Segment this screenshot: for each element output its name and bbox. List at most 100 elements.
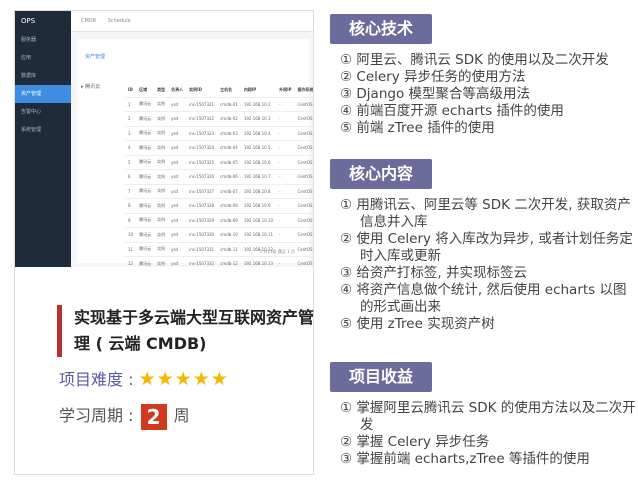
- screenshot-table-cell: 实例: [154, 227, 169, 243]
- screenshot-tree-root: 腾讯云: [85, 84, 101, 90]
- screenshot-table-cell: 4: [125, 140, 137, 156]
- period-row: 学习周期 : 2 周: [59, 402, 190, 430]
- course-title: 实现基于多云端大型互联网资产管理 ( 云端 CMDB): [57, 305, 314, 357]
- star-icon: ★: [210, 368, 229, 390]
- screenshot-table-cell: 腾讯云: [136, 97, 155, 112]
- screenshot-table-cell: CentOS Linux: [294, 242, 313, 257]
- screenshot-table-cell: -: [276, 97, 295, 112]
- screenshot-table-row: 10 腾讯云 实例 ysd ins-1507330 cmdb-10 192.168.10.1…: [125, 227, 313, 243]
- screenshot-table-cell: 实例: [154, 169, 169, 185]
- screenshot-table-row: 12 腾讯云 实例 ysd ins-1507332 cmdb-12 192.168.10.1…: [125, 256, 313, 267]
- screenshot-table-row: 5 腾讯云 实例 ysd ins-1507325 cmdb-05 192.168.10.6-…: [125, 155, 313, 170]
- course-card[interactable]: OPS 服务器 应用 数据库 资产管理 告警中心 系统管理 CMDB Schedule 资…: [14, 10, 314, 475]
- list-item: ① 阿里云、腾讯云 SDK 的使用以及二次开发: [340, 52, 609, 68]
- screenshot-table-row: 6 腾讯云 实例 ysd ins-1507326 cmdb-06 192.168.10.7-…: [125, 169, 313, 185]
- screenshot-table-cell: -: [276, 198, 295, 214]
- screenshot-table-cell: ysd: [168, 256, 187, 267]
- screenshot-table-cell: cmdb-11: [217, 242, 241, 257]
- list-item: ④ 将资产信息做个统计, 然后使用 echarts 以图的形式画出来: [340, 282, 627, 315]
- screenshot-table-cell: CentOS Linux: [294, 184, 313, 199]
- screenshot-table-cell: ins-1507326: [186, 169, 218, 185]
- screenshot-table-cell: 1: [125, 97, 137, 112]
- screenshot-table-cell: -: [276, 256, 295, 267]
- screenshot-tab: Schedule: [107, 18, 131, 24]
- section-heading-core-content: 核心内容: [330, 159, 432, 189]
- screenshot-table-cell: 192.168.10.3: [240, 111, 277, 127]
- list-item: ② 掌握 Celery 异步任务: [340, 434, 490, 450]
- star-icon: ★: [192, 368, 211, 390]
- star-icon: ★: [138, 368, 157, 390]
- difficulty-stars: ★★★★★: [138, 368, 229, 390]
- screenshot-nav-item: 系统管理: [21, 127, 42, 133]
- screenshot-nav-item: 数据库: [21, 73, 37, 79]
- screenshot-topbar: CMDB Schedule: [71, 11, 313, 32]
- list-item: ② Celery 异步任务的使用方法: [340, 69, 526, 85]
- screenshot-table-cell: ins-1507322: [186, 111, 218, 127]
- screenshot-table-cell: 192.168.10.5: [240, 140, 277, 156]
- screenshot-table-cell: 实例: [154, 111, 169, 127]
- screenshot-table-cell: ysd: [168, 184, 187, 199]
- screenshot-table-row: 8 腾讯云 实例 ysd ins-1507328 cmdb-08 192.168.10.9-…: [125, 198, 313, 214]
- screenshot-table-cell: 192.168.10.2: [240, 97, 277, 112]
- screenshot-nav-item: 服务器: [21, 37, 37, 43]
- list-item: ③ 掌握前端 echarts,zTree 等插件的使用: [340, 451, 590, 467]
- difficulty-label: 项目难度 :: [59, 370, 134, 389]
- screenshot-column-header: 内网IP: [240, 83, 277, 98]
- screenshot-table-cell: -: [276, 184, 295, 199]
- screenshot-table-cell: cmdb-01: [217, 97, 241, 112]
- period-unit: 周: [173, 406, 190, 425]
- list-item: ② 使用 Celery 将入库改为异步, 或者计划任务定时入库或更新: [340, 231, 633, 264]
- screenshot-table-cell: ins-1507325: [186, 155, 218, 170]
- screenshot-nav-item: 资产管理: [15, 85, 71, 103]
- list-item: ⑤ 使用 zTree 实现资产树: [340, 316, 495, 332]
- star-icon: ★: [156, 368, 175, 390]
- core-tech-list: ① 阿里云、腾讯云 SDK 的使用以及二次开发 ② Celery 异步任务的使用方…: [340, 52, 609, 137]
- screenshot-table-cell: CentOS Linux: [294, 111, 313, 127]
- screenshot-table-cell: ins-1507329: [186, 213, 218, 228]
- screenshot-table-cell: ysd: [168, 242, 187, 257]
- screenshot-table-cell: -: [276, 169, 295, 185]
- screenshot-table-cell: CentOS Linux: [294, 97, 313, 112]
- screenshot-tab: CMDB: [81, 18, 97, 24]
- period-label: 学习周期 :: [59, 406, 134, 425]
- list-item: ③ Django 模型聚合等高级用法: [340, 86, 530, 102]
- screenshot-table-cell: CentOS Linux: [294, 140, 313, 156]
- screenshot-table-cell: CentOS Linux: [294, 155, 313, 170]
- screenshot-column-header: 主机名: [217, 83, 241, 98]
- screenshot-table-cell: 腾讯云: [136, 169, 155, 185]
- screenshot-table-cell: ysd: [168, 97, 187, 112]
- screenshot-table-cell: CentOS Linux: [294, 227, 313, 243]
- screenshot-table-cell: -: [276, 213, 295, 228]
- screenshot-table-cell: cmdb-06: [217, 169, 241, 185]
- list-item: ⑤ 前端 zTree 插件的使用: [340, 120, 495, 136]
- screenshot-table-cell: -: [276, 140, 295, 156]
- screenshot-table-cell: cmdb-03: [217, 126, 241, 141]
- screenshot-table-cell: ins-1507324: [186, 140, 218, 156]
- screenshot-table-cell: 192.168.10.8: [240, 184, 277, 199]
- screenshot-table-cell: ysd: [168, 155, 187, 170]
- screenshot-table-cell: ins-1507328: [186, 198, 218, 214]
- screenshot-tree: ▸ 腾讯云: [81, 84, 101, 90]
- screenshot-table-cell: 实例: [154, 213, 169, 228]
- screenshot-table-cell: 192.168.10.9: [240, 198, 277, 214]
- difficulty-row: 项目难度 : ★★★★★: [59, 366, 229, 390]
- screenshot-table-cell: 2: [125, 111, 137, 127]
- screenshot-table-cell: ins-1507331: [186, 242, 218, 257]
- screenshot-table-cell: 192.168.10.7: [240, 169, 277, 185]
- benefits-list: ① 掌握阿里云腾讯云 SDK 的使用方法以及二次开发 ② 掌握 Celery 异步…: [340, 400, 638, 468]
- screenshot-table-cell: -: [276, 155, 295, 170]
- screenshot-table-cell: CentOS Linux: [294, 213, 313, 228]
- screenshot-table-cell: cmdb-10: [217, 227, 241, 243]
- screenshot-column-header: 区域: [136, 83, 155, 98]
- screenshot-table-cell: ysd: [168, 213, 187, 228]
- section-heading-core-tech: 核心技术: [330, 14, 432, 44]
- screenshot-table-cell: ins-1507321: [186, 97, 218, 112]
- screenshot-table: ID 区域 类型 负责人 实例ID 主机名 内网IP 外网IP 操作系统 1 腾讯云 实例 ysd in…: [125, 83, 313, 267]
- screenshot-table-cell: -: [276, 227, 295, 243]
- screenshot-panel: 资产管理 ▸ 腾讯云 ID 区域 类型 负责人 实例ID 主机名 内网IP 外网IP 操作系统 …: [77, 39, 313, 267]
- screenshot-table-cell: 9: [125, 213, 137, 228]
- screenshot-column-header: 负责人: [168, 83, 187, 98]
- list-item: ① 用腾讯云、阿里云等 SDK 二次开发, 获取资产信息并入库: [340, 197, 631, 230]
- screenshot-table-cell: 实例: [154, 184, 169, 199]
- screenshot-table-cell: 实例: [154, 242, 169, 257]
